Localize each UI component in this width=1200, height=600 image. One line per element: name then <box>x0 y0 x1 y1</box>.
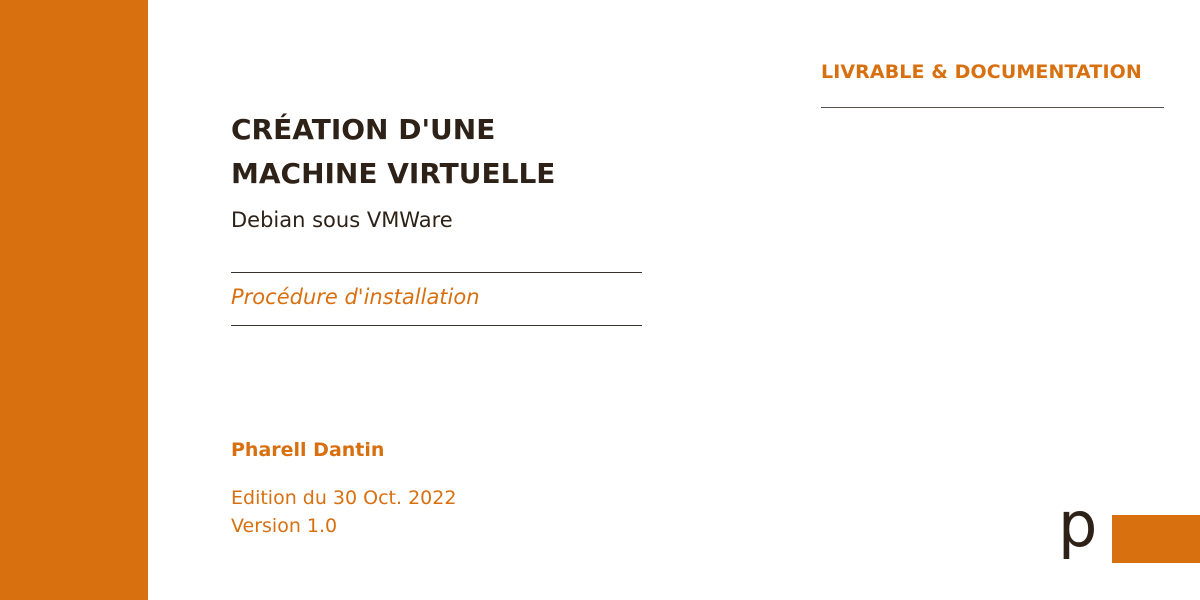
document-subtitle: Debian sous VMWare <box>231 208 453 232</box>
title-line-1: CRÉATION D'UNE <box>231 113 496 146</box>
category-divider <box>821 107 1164 108</box>
title-line-2: MACHINE VIRTUELLE <box>231 157 556 190</box>
document-category: LIVRABLE & DOCUMENTATION <box>821 61 1142 83</box>
logo-block <box>1112 515 1200 563</box>
doc-type-divider-bottom <box>231 325 642 326</box>
document-title: CRÉATION D'UNE MACHINE VIRTUELLE <box>231 108 651 196</box>
logo-letter: p <box>1058 488 1098 561</box>
sidebar-accent-bar <box>0 0 148 600</box>
document-type: Procédure d'installation <box>231 285 480 309</box>
author-name: Pharell Dantin <box>231 439 385 461</box>
edition-date: Edition du 30 Oct. 2022 <box>231 487 457 509</box>
doc-type-divider-top <box>231 272 642 273</box>
version-number: Version 1.0 <box>231 515 338 537</box>
